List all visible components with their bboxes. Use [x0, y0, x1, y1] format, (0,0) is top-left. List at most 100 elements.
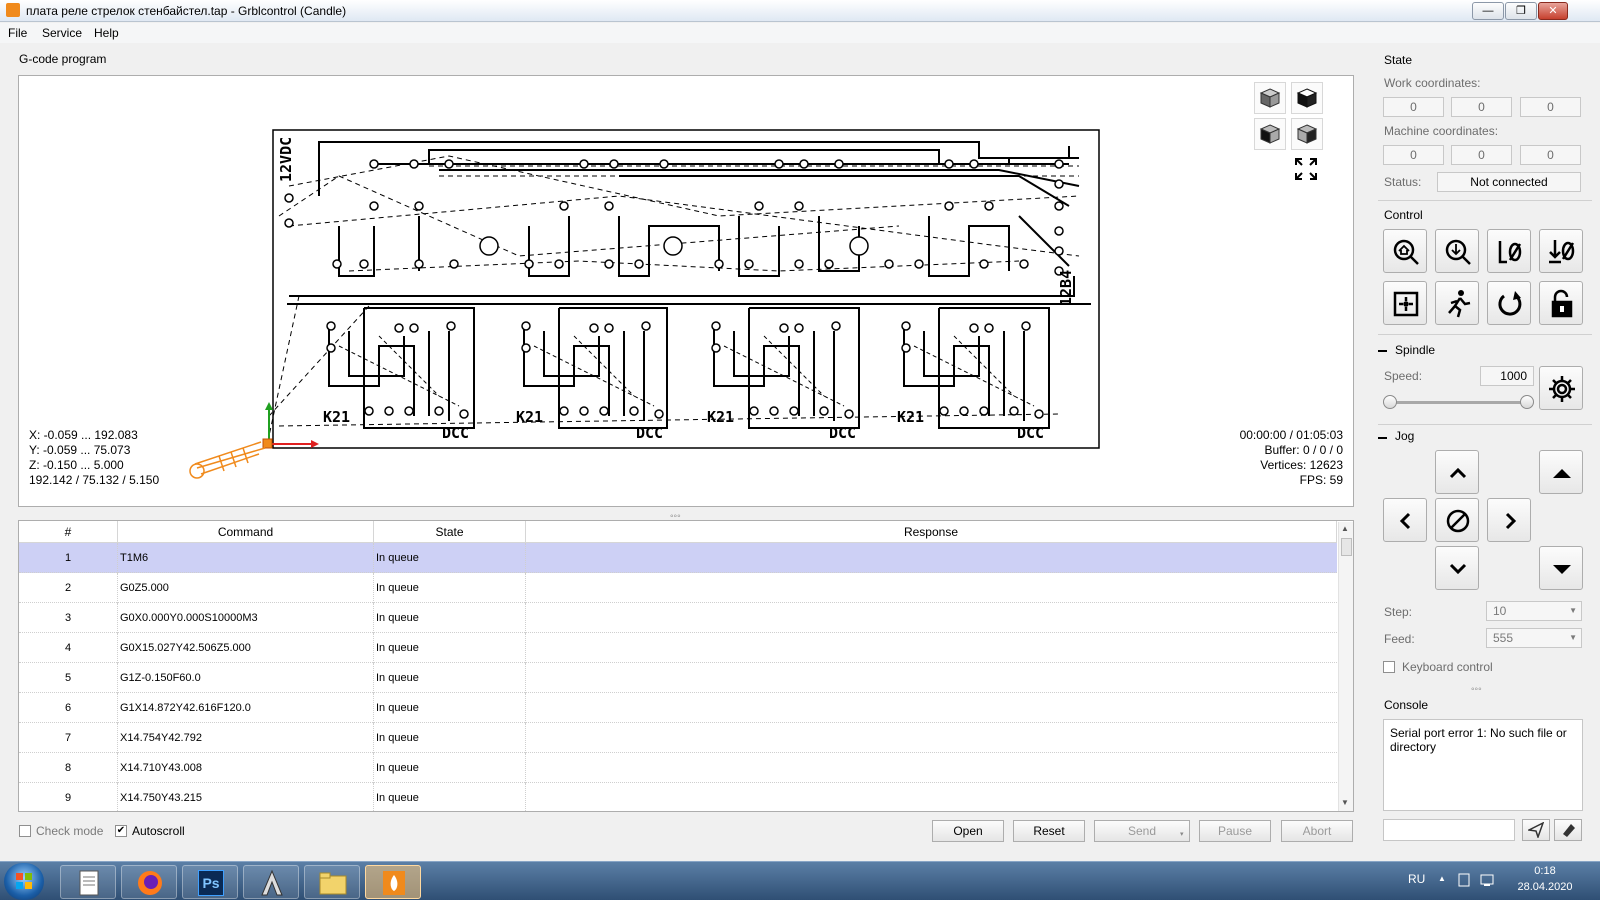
gcode-viewer[interactable]: 12VDC 12B4 K21 DCC K21 DCC K21 DCC K21 D…	[18, 75, 1354, 507]
scroll-down-icon[interactable]: ▼	[1341, 798, 1349, 807]
start-button[interactable]	[4, 863, 44, 900]
close-button[interactable]: ✕	[1538, 2, 1568, 20]
col-header-response[interactable]: Response	[526, 521, 1337, 543]
pcb-label-12b4: 12B4	[1057, 270, 1075, 306]
jog-x-plus-button[interactable]	[1487, 498, 1531, 542]
y-range: Y: -0.059 ... 75.073	[29, 443, 131, 457]
feed-combo[interactable]: 555 ▼	[1486, 628, 1582, 648]
gcode-table[interactable]: # Command State Response 1 T1M6 In queue…	[18, 520, 1354, 812]
jog-z-plus-button[interactable]	[1539, 450, 1583, 494]
keyboard-control-checkbox[interactable]	[1383, 661, 1395, 673]
taskbar-explorer[interactable]	[304, 865, 360, 899]
x-range: X: -0.059 ... 192.083	[29, 428, 138, 442]
view-isometric-button[interactable]	[1254, 82, 1286, 114]
view-top-button[interactable]	[1291, 82, 1323, 114]
table-scrollbar[interactable]: ▲ ▼	[1338, 522, 1353, 811]
jog-stop-button[interactable]	[1435, 498, 1479, 542]
abort-button[interactable]: Abort	[1281, 820, 1353, 842]
console-send-button[interactable]	[1522, 819, 1550, 841]
row-command: X14.750Y43.215	[118, 783, 374, 811]
tray-device-icon[interactable]	[1456, 872, 1472, 888]
step-combo[interactable]: 10 ▼	[1486, 601, 1582, 621]
autocad-icon	[261, 869, 283, 896]
collapse-icon[interactable]	[1378, 350, 1387, 352]
table-row[interactable]: 3 G0X0.000Y0.000S10000M3 In queue	[19, 603, 1337, 633]
col-header-command[interactable]: Command	[118, 521, 374, 543]
soft-reset-button[interactable]	[1487, 281, 1531, 325]
menu-file[interactable]: File	[4, 25, 31, 41]
zero-z-probe-button[interactable]	[1435, 229, 1479, 273]
restore-origin-button[interactable]	[1383, 281, 1427, 325]
menu-bar: File Service Help	[0, 23, 1600, 43]
reset-button[interactable]: Reset	[1013, 820, 1085, 842]
table-row[interactable]: 1 T1M6 In queue	[19, 543, 1337, 573]
minimize-button[interactable]: —	[1472, 2, 1504, 20]
jog-y-plus-button[interactable]	[1435, 450, 1479, 494]
taskbar-firefox[interactable]	[121, 865, 177, 899]
chevron-up-icon	[1449, 467, 1467, 479]
collapse-icon[interactable]	[1378, 437, 1387, 439]
spindle-slider-track[interactable]	[1390, 401, 1526, 404]
spindle-toggle-button[interactable]	[1539, 366, 1583, 410]
scroll-up-icon[interactable]: ▲	[1341, 524, 1349, 533]
spindle-slider-handle[interactable]	[1520, 395, 1534, 409]
taskbar-notepad[interactable]	[60, 865, 116, 899]
unlock-button[interactable]	[1539, 281, 1583, 325]
clock-time[interactable]: 0:18	[1524, 865, 1566, 877]
send-button[interactable]: Send	[1094, 820, 1190, 842]
jog-group-label: Jog	[1395, 429, 1415, 443]
tray-expand-icon[interactable]: ▲	[1438, 874, 1446, 883]
table-row[interactable]: 2 G0Z5.000 In queue	[19, 573, 1337, 603]
col-header-number[interactable]: #	[19, 521, 118, 543]
clock-date[interactable]: 28.04.2020	[1512, 881, 1578, 893]
zero-xy-button[interactable]	[1487, 229, 1531, 273]
splitter-handle[interactable]: ◦◦◦	[1471, 684, 1482, 695]
machine-z-field: 0	[1520, 145, 1581, 165]
col-header-state[interactable]: State	[374, 521, 526, 543]
scroll-thumb[interactable]	[1341, 538, 1352, 556]
taskbar-photoshop[interactable]: Ps	[182, 865, 238, 899]
jog-y-minus-button[interactable]	[1435, 546, 1479, 590]
menu-help[interactable]: Help	[90, 25, 123, 41]
send-dropdown-icon[interactable]: ▾	[1180, 830, 1184, 838]
row-command: G0X0.000Y0.000S10000M3	[118, 603, 374, 633]
home-button[interactable]	[1383, 229, 1427, 273]
safe-position-button[interactable]	[1435, 281, 1479, 325]
feed-label: Feed:	[1384, 632, 1415, 646]
spindle-slider-min-handle[interactable]	[1383, 395, 1397, 409]
console-input[interactable]	[1383, 819, 1515, 841]
pause-button[interactable]: Pause	[1199, 820, 1271, 842]
open-button[interactable]: Open	[932, 820, 1004, 842]
console-clear-button[interactable]	[1554, 819, 1582, 841]
console-output[interactable]: Serial port error 1: No such file or dir…	[1383, 719, 1583, 811]
autoscroll-checkbox[interactable]: ✔	[115, 825, 127, 837]
row-command: T1M6	[118, 543, 374, 573]
maximize-button[interactable]: ❐	[1505, 2, 1537, 20]
work-coordinates-label: Work coordinates:	[1384, 76, 1481, 90]
zero-z-button[interactable]	[1539, 229, 1583, 273]
view-front-button[interactable]	[1254, 118, 1286, 150]
spindle-speed-field[interactable]: 1000	[1480, 366, 1534, 386]
view-left-button[interactable]	[1291, 118, 1323, 150]
table-row[interactable]: 6 G1X14.872Y42.616F120.0 In queue	[19, 693, 1337, 723]
jog-x-minus-button[interactable]	[1383, 498, 1427, 542]
taskbar-candle[interactable]	[365, 865, 421, 899]
table-row[interactable]: 8 X14.710Y43.008 In queue	[19, 753, 1337, 783]
status-label: Status:	[1384, 175, 1422, 189]
firefox-icon	[138, 871, 162, 895]
network-icon[interactable]	[1479, 872, 1495, 888]
table-row[interactable]: 5 G1Z-0.150F60.0 In queue	[19, 663, 1337, 693]
table-row[interactable]: 7 X14.754Y42.792 In queue	[19, 723, 1337, 753]
jog-z-minus-button[interactable]	[1539, 546, 1583, 590]
check-mode-checkbox[interactable]	[19, 825, 31, 837]
origin-axes	[262, 402, 319, 449]
home-search-icon	[1393, 239, 1419, 265]
language-indicator[interactable]: RU	[1408, 872, 1425, 886]
table-row[interactable]: 4 G0X15.027Y42.506Z5.000 In queue	[19, 633, 1337, 663]
table-row[interactable]: 9 X14.750Y43.215 In queue	[19, 783, 1337, 811]
gcode-group-label: G-code program	[19, 52, 107, 66]
fit-view-button[interactable]	[1291, 154, 1323, 186]
menu-service[interactable]: Service	[38, 25, 86, 41]
taskbar-autocad[interactable]	[243, 865, 299, 899]
size-range: 192.142 / 75.132 / 5.150	[29, 473, 160, 487]
